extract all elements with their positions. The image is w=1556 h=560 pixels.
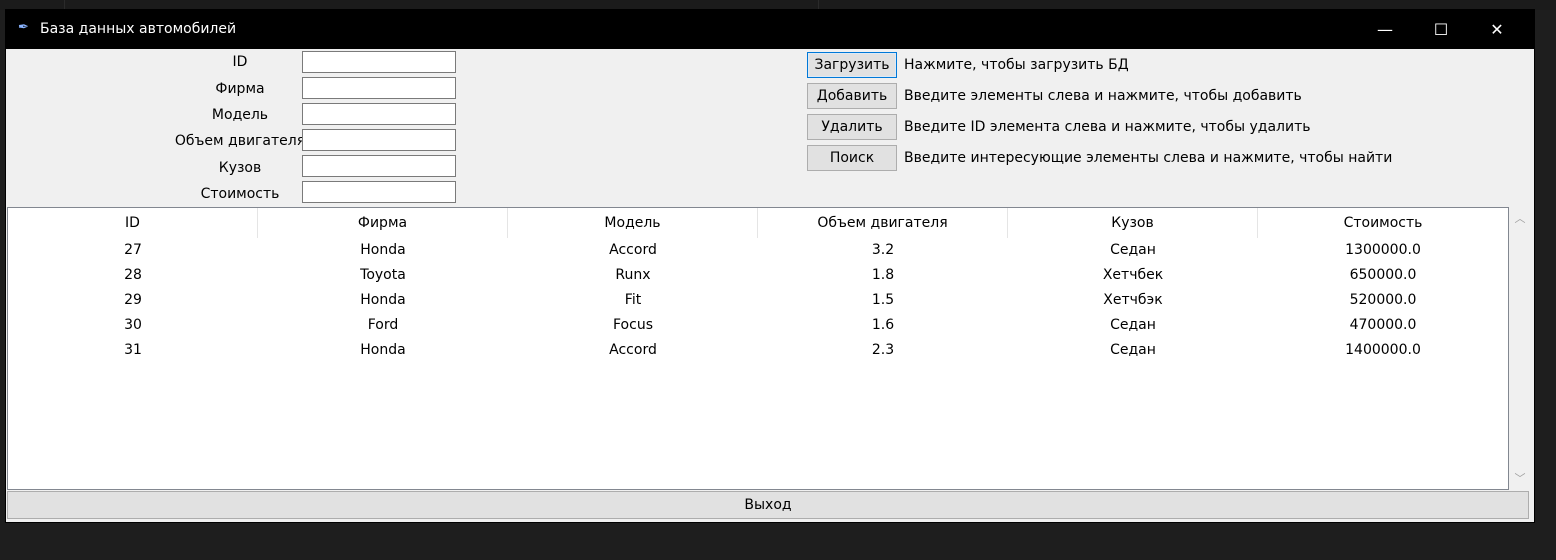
cell-price: 650000.0 xyxy=(1349,267,1417,283)
cell-engine-volume: 1.6 xyxy=(871,317,895,333)
model-input[interactable] xyxy=(302,103,456,125)
cell-brand: Ford xyxy=(367,317,399,333)
body-input[interactable] xyxy=(302,155,456,177)
column-header-engine-volume[interactable]: Объем двигателя xyxy=(758,208,1008,238)
cell-model: Accord xyxy=(609,342,657,358)
cell-body: Седан xyxy=(1110,342,1156,358)
column-header-body[interactable]: Кузов xyxy=(1008,208,1258,238)
cell-price: 1300000.0 xyxy=(1345,242,1421,258)
table-row[interactable]: 27 Honda Accord 3.2 Седан 1300000.0 xyxy=(8,238,1508,263)
maximize-button[interactable]: ☐ xyxy=(1418,10,1464,49)
table-row[interactable]: 31 Honda Accord 2.3 Седан 1400000.0 xyxy=(8,338,1508,363)
label-engine-volume: Объем двигателя xyxy=(174,133,306,149)
table-header: ID Фирма Модель Объем двигателя Кузов Ст… xyxy=(8,208,1508,238)
exit-button[interactable]: Выход xyxy=(7,491,1529,519)
maximize-icon: ☐ xyxy=(1433,20,1449,39)
cell-price: 470000.0 xyxy=(1349,317,1417,333)
cell-model: Accord xyxy=(609,242,657,258)
load-description: Нажмите, чтобы загрузить БД xyxy=(904,57,1129,73)
label-brand: Фирма xyxy=(215,81,265,97)
search-description: Введите интересующие элементы слева и на… xyxy=(904,150,1393,166)
cell-price: 1400000.0 xyxy=(1345,342,1421,358)
minimize-button[interactable]: — xyxy=(1362,10,1408,49)
table-row[interactable]: 29 Honda Fit 1.5 Хетчбэк 520000.0 xyxy=(8,288,1508,313)
window-title: База данных автомобилей xyxy=(40,21,237,37)
feather-icon: ✒ xyxy=(18,20,29,35)
cars-table[interactable]: ID Фирма Модель Объем двигателя Кузов Ст… xyxy=(7,207,1509,490)
cell-model: Focus xyxy=(613,317,653,333)
cell-model: Runx xyxy=(615,267,651,283)
search-button[interactable]: Поиск xyxy=(807,145,897,171)
cell-engine-volume: 1.8 xyxy=(871,267,895,283)
label-price: Стоимость xyxy=(200,186,280,202)
label-body: Кузов xyxy=(218,160,262,176)
add-button[interactable]: Добавить xyxy=(807,83,897,109)
cell-engine-volume: 1.5 xyxy=(871,292,895,308)
column-header-id[interactable]: ID xyxy=(8,208,258,238)
cell-id: 27 xyxy=(124,242,142,258)
cell-id: 30 xyxy=(124,317,142,333)
cell-price: 520000.0 xyxy=(1349,292,1417,308)
minimize-icon: — xyxy=(1377,20,1393,39)
cell-brand: Honda xyxy=(360,292,406,308)
delete-description: Введите ID элемента слева и нажмите, что… xyxy=(904,119,1311,135)
price-input[interactable] xyxy=(302,181,456,203)
cell-id: 31 xyxy=(124,342,142,358)
column-header-model[interactable]: Модель xyxy=(508,208,758,238)
delete-button[interactable]: Удалить xyxy=(807,114,897,140)
engine-volume-input[interactable] xyxy=(302,129,456,151)
scroll-down-icon[interactable]: ﹀ xyxy=(1510,470,1530,486)
close-button[interactable]: ✕ xyxy=(1474,10,1520,49)
table-row[interactable]: 28 Toyota Runx 1.8 Хетчбек 650000.0 xyxy=(8,263,1508,288)
cell-body: Хетчбек xyxy=(1102,267,1164,283)
cell-id: 28 xyxy=(124,267,142,283)
desktop-divider xyxy=(64,0,65,10)
cell-brand: Toyota xyxy=(360,267,406,283)
cell-engine-volume: 2.3 xyxy=(871,342,895,358)
label-model: Модель xyxy=(211,107,269,123)
cell-brand: Honda xyxy=(360,242,406,258)
label-id: ID xyxy=(232,54,248,70)
cell-body: Хетчбэк xyxy=(1103,292,1163,308)
column-header-price[interactable]: Стоимость xyxy=(1258,208,1508,238)
cell-model: Fit xyxy=(624,292,642,308)
id-input[interactable] xyxy=(302,51,456,73)
desktop-background xyxy=(0,0,1556,10)
cell-engine-volume: 3.2 xyxy=(871,242,895,258)
add-description: Введите элементы слева и нажмите, чтобы … xyxy=(904,88,1302,104)
load-button[interactable]: Загрузить xyxy=(807,52,897,78)
cell-body: Седан xyxy=(1110,317,1156,333)
brand-input[interactable] xyxy=(302,77,456,99)
table-row[interactable]: 30 Ford Focus 1.6 Седан 470000.0 xyxy=(8,313,1508,338)
app-window: ✒ База данных автомобилей — ☐ ✕ ID Фирма… xyxy=(6,10,1534,522)
close-icon: ✕ xyxy=(1490,20,1504,39)
scroll-up-icon[interactable]: ︿ xyxy=(1510,210,1530,226)
column-header-brand[interactable]: Фирма xyxy=(258,208,508,238)
cell-id: 29 xyxy=(124,292,142,308)
cell-body: Седан xyxy=(1110,242,1156,258)
desktop-divider xyxy=(818,0,819,10)
cell-brand: Honda xyxy=(360,342,406,358)
title-bar: ✒ База данных автомобилей — ☐ ✕ xyxy=(6,10,1534,49)
